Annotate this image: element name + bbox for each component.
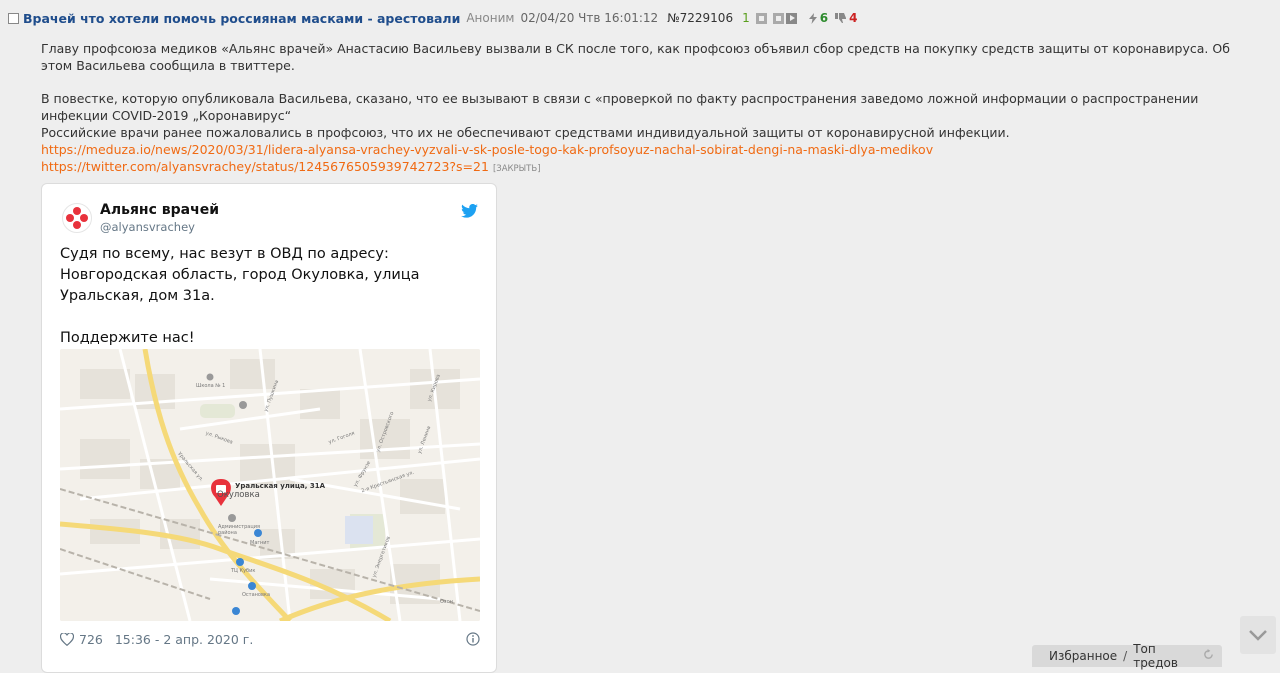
- reply-count[interactable]: 1: [742, 11, 750, 25]
- tweet-like-count: 726: [79, 631, 103, 647]
- favorites-link[interactable]: Избранное: [1049, 649, 1117, 663]
- map-label: ТЦ Кубик: [231, 568, 256, 574]
- like-count: 6: [819, 11, 829, 25]
- map-city-label: Окуловка: [217, 490, 260, 500]
- post-paragraph: Главу профсоюза медиков «Альянс врачей» …: [41, 41, 1230, 73]
- tweet-text: Судя по всему, нас везут в ОВД по адресу…: [60, 244, 480, 349]
- map-label: Озон: [440, 599, 453, 605]
- map-label: Школа № 1: [196, 383, 226, 389]
- twitter-bird-icon[interactable]: [461, 204, 478, 218]
- map-label: Администрация района: [218, 524, 260, 536]
- like-group[interactable]: 6: [808, 11, 829, 25]
- tweet-embed: Альянс врачей @alyansvrachey Судя по все…: [41, 183, 497, 673]
- post-paragraph: В повестке, которую опубликовала Василье…: [41, 91, 1199, 124]
- report-post-icon[interactable]: [772, 12, 784, 24]
- bottom-bar: Избранное / Топ тредов: [1032, 642, 1222, 670]
- dislike-count: 4: [849, 11, 858, 25]
- post-date: 02/04/20 Чтв 16:01:12: [520, 11, 659, 25]
- tweet-line: Судя по всему, нас везут в ОВД по адресу…: [60, 246, 389, 262]
- tweet-timestamp[interactable]: 15:36 - 2 апр. 2020 г.: [115, 632, 253, 647]
- tweet-line: Поддержите нас!: [60, 330, 195, 346]
- tweet-line: Новгородская область, город Окуловка, ул…: [60, 267, 420, 304]
- tweet-footer: 726 15:36 - 2 апр. 2020 г.: [60, 630, 480, 648]
- map-pin-label: Уральская улица, 31А: [235, 482, 326, 490]
- avatar[interactable]: [62, 203, 92, 233]
- post-paragraph: Российские врачи ранее пожаловались в пр…: [41, 124, 1010, 140]
- separator: /: [1123, 649, 1128, 663]
- meduza-link[interactable]: https://meduza.io/news/2020/03/31/lidera…: [41, 142, 933, 157]
- post-title[interactable]: Врачей что хотели помочь россиянам маска…: [23, 11, 460, 26]
- tweet-author-name[interactable]: Альянс врачей: [100, 202, 219, 218]
- twitter-link[interactable]: https://twitter.com/alyansvrachey/status…: [41, 159, 489, 174]
- play-icon[interactable]: [785, 12, 797, 24]
- top-threads-link[interactable]: Топ тредов: [1133, 642, 1203, 670]
- post-select-checkbox[interactable]: [8, 12, 19, 24]
- dislike-group[interactable]: 4: [835, 11, 857, 25]
- info-icon[interactable]: [466, 632, 480, 646]
- map-label: Остановка: [242, 592, 271, 598]
- refresh-icon[interactable]: [1203, 649, 1214, 663]
- map-label: Магнит: [250, 540, 270, 546]
- hide-post-icon[interactable]: [755, 12, 767, 24]
- close-embed-button[interactable]: [ЗАКРЫТЬ]: [493, 164, 541, 174]
- post-author: Аноним: [466, 11, 515, 25]
- alliance-logo-icon: [65, 206, 89, 230]
- thumbs-down-icon: [835, 13, 847, 23]
- chevron-down-icon: [1249, 630, 1267, 641]
- scroll-down-button[interactable]: [1240, 616, 1276, 654]
- lightning-icon: [808, 12, 817, 24]
- post-number-link[interactable]: №7229106: [667, 11, 733, 25]
- heart-icon[interactable]: [60, 632, 74, 646]
- post-body: Главу профсоюза медиков «Альянс врачей» …: [41, 41, 1261, 177]
- tweet-author-handle[interactable]: @alyansvrachey: [100, 220, 195, 234]
- tweet-map-image[interactable]: Уральская улица, 31А Окуловка Школа № 1 …: [60, 349, 480, 621]
- post-header: Врачей что хотели помочь россиянам маска…: [8, 9, 857, 27]
